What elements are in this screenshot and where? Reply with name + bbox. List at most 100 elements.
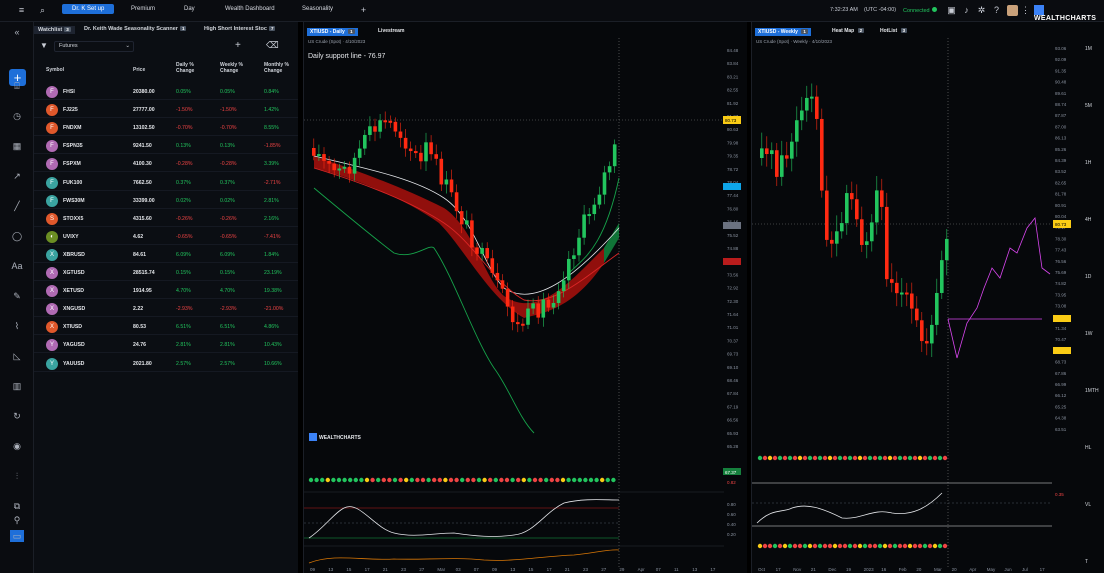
- watchlist-row[interactable]: F FJ225 27777.00 -1.50% -1.50% 1.42%: [34, 102, 298, 119]
- layers-icon[interactable]: ⧉: [11, 500, 23, 512]
- chart-type-icon[interactable]: ⌸: [11, 80, 23, 92]
- watchlist-row[interactable]: X XGTUSD 28515.74 0.15% 0.15% 23.19%: [34, 265, 298, 281]
- col-weekly[interactable]: Weekly % Change: [220, 62, 256, 74]
- ruler-icon[interactable]: ◺: [11, 350, 23, 362]
- tab-setup[interactable]: Dr. K Set up: [62, 4, 115, 14]
- add-symbol-icon[interactable]: +: [235, 40, 241, 51]
- row-monthly-change: 23.19%: [264, 270, 282, 276]
- tab-seasonality-scanner[interactable]: Dr. Keith Wade Seasonality Scanner 1: [84, 26, 187, 32]
- timeframe-button: 1M: [1085, 46, 1092, 52]
- price-tick: 67.84: [727, 391, 739, 396]
- watchlist-row[interactable]: S STOXX5 4315.60 -0.26% -0.26% 2.16%: [34, 211, 298, 227]
- x-tick: 2023: [864, 567, 875, 572]
- candle-body: [875, 190, 879, 223]
- x-tick: 13: [510, 567, 516, 572]
- candle-body: [480, 248, 484, 254]
- brush-icon[interactable]: ✎: [11, 290, 23, 302]
- watchlist-row[interactable]: X XTIUSD 80.53 6.51% 6.51% 4.86%: [34, 319, 298, 336]
- filter-icon[interactable]: ▼: [40, 41, 48, 50]
- candle-body: [408, 148, 413, 152]
- price-tick: 76.56: [1055, 259, 1067, 264]
- candle-body: [915, 308, 919, 321]
- tab-watchlist[interactable]: Watchlist 3: [34, 26, 75, 34]
- chart-subtitle: US Crude (Spot) · 4/10/2023: [308, 39, 366, 44]
- tab-day[interactable]: Day: [184, 6, 195, 12]
- watchlist-row[interactable]: F FSPXM 4100.30 -0.28% -0.28% 3.39%: [34, 156, 298, 173]
- osc-tick: 0.60: [727, 512, 736, 517]
- daily-chart-svg[interactable]: US Crude (Spot) · 4/10/2023 Daily support…: [304, 38, 748, 573]
- watchlist-row[interactable]: X XBRUSD 84.61 6.09% 6.09% 1.84%: [34, 247, 298, 263]
- eye-icon[interactable]: ◉: [11, 440, 23, 452]
- chart-subtitle: US Crude (Spot) · Weekly · 4/10/2023: [756, 39, 832, 44]
- add-tab-icon[interactable]: +: [358, 5, 369, 16]
- measure-icon[interactable]: ⌇: [11, 320, 23, 332]
- col-daily[interactable]: Daily % Change: [176, 62, 212, 74]
- tab-seasonality[interactable]: Seasonality: [302, 6, 333, 12]
- tab-xtiusd-weekly[interactable]: XTIUSD - Weekly 1: [755, 28, 811, 36]
- candle-body: [780, 155, 784, 177]
- price-tick: 71.64: [727, 312, 739, 317]
- tab-hotlist[interactable]: HotList 3: [880, 28, 908, 34]
- layout-icon[interactable]: ▭: [10, 530, 24, 542]
- watchlist-row[interactable]: ◐ UVIXY 4.62 -0.65% -0.65% -7.41%: [34, 229, 298, 245]
- row-monthly-change: 4.86%: [264, 324, 279, 331]
- row-price: 4100.30: [133, 161, 152, 168]
- watchlist-row[interactable]: Y YAUUSD 2021.80 2.57% 2.57% 10.66%: [34, 356, 298, 372]
- watchlist-row[interactable]: F FHSI 20380.00 0.05% 0.05% 0.84%: [34, 84, 298, 100]
- candle-body: [820, 118, 824, 191]
- tab-high-short-interest[interactable]: High Short Interest Stoc 7: [204, 26, 276, 32]
- candle-body: [870, 222, 874, 242]
- signal-dot: [772, 543, 778, 549]
- connection-label: Connected: [903, 8, 930, 14]
- candle-body: [495, 272, 500, 281]
- collapse-icon[interactable]: «: [11, 26, 23, 38]
- watchlist-row[interactable]: F FUK100 7662.50 0.37% 0.37% -2.71%: [34, 175, 298, 191]
- tab-heat-map[interactable]: Heat Map 2: [832, 28, 865, 34]
- shapes-icon[interactable]: ◯: [11, 230, 23, 242]
- signal-dot: [817, 543, 823, 549]
- search-icon[interactable]: ⌕: [37, 5, 48, 16]
- watchlist-row[interactable]: Y YAGUSD 24.76 2.81% 2.81% 10.43%: [34, 337, 298, 354]
- price-tick: 91.35: [1055, 68, 1067, 73]
- line-tool-icon[interactable]: ╱: [11, 200, 23, 212]
- text-tool-icon[interactable]: Aa: [11, 260, 23, 272]
- location-icon[interactable]: ⚲: [11, 514, 23, 526]
- col-symbol[interactable]: Symbol: [46, 67, 64, 73]
- avatar[interactable]: [1007, 5, 1018, 16]
- bell-icon[interactable]: ♪: [961, 5, 972, 16]
- price-tick: 88.74: [1055, 102, 1067, 107]
- watchlist-row[interactable]: F FSPN35 9241.50 0.13% 0.13% -1.85%: [34, 138, 298, 155]
- tab-livestream[interactable]: Livestream: [378, 28, 404, 34]
- tab-wealth-dashboard[interactable]: Wealth Dashboard: [225, 6, 275, 12]
- symbol-avatar-icon: Y: [46, 357, 58, 370]
- watchlist-row[interactable]: X XETUSD 1914.95 4.70% 4.70% 19.38%: [34, 283, 298, 300]
- save-icon[interactable]: ▣: [946, 5, 957, 16]
- trash-icon[interactable]: ▥: [11, 380, 23, 392]
- tab-xtiusd-daily[interactable]: XTIUSD - Daily 1: [307, 28, 358, 36]
- indicator-icon[interactable]: ⫶: [11, 470, 23, 482]
- col-price[interactable]: Price: [133, 67, 145, 73]
- clock-icon[interactable]: ◷: [11, 110, 23, 122]
- gear-icon[interactable]: ✲: [976, 5, 987, 16]
- trend-icon[interactable]: ↗: [11, 170, 23, 182]
- tab-premium[interactable]: Premium: [131, 6, 155, 12]
- x-tick: 19: [846, 567, 852, 572]
- signal-dot: [544, 477, 549, 483]
- watchlist-row[interactable]: X XNGUSD 2.22 -2.93% -2.93% -21.00%: [34, 301, 298, 318]
- watchlist-row[interactable]: F FWS30M 33399.00 0.02% 0.02% 2.81%: [34, 193, 298, 209]
- refresh-icon[interactable]: ↻: [11, 410, 23, 422]
- eraser-icon[interactable]: ⌫: [266, 40, 279, 51]
- support-annotation: Daily support line - 76.97: [308, 53, 386, 60]
- menu-icon[interactable]: ≡: [16, 5, 27, 16]
- calendar-icon[interactable]: ▦: [11, 140, 23, 152]
- col-monthly[interactable]: Monthly % Change: [264, 62, 298, 74]
- x-tick: 27: [601, 567, 607, 572]
- symbol-avatar-icon: X: [46, 303, 58, 316]
- weekly-chart-svg[interactable]: US Crude (Spot) · Weekly · 4/10/2023 93.0…: [752, 38, 1104, 573]
- folder-select[interactable]: Futures ⌄: [54, 41, 134, 52]
- watchlist-row[interactable]: F FNDXM 13102.50 -0.70% -0.70% 8.55%: [34, 120, 298, 137]
- grid-icon[interactable]: ⋮: [1020, 5, 1031, 16]
- tab-label: Heat Map: [832, 28, 855, 34]
- help-icon[interactable]: ?: [991, 5, 1002, 16]
- x-tick: 17: [547, 567, 553, 572]
